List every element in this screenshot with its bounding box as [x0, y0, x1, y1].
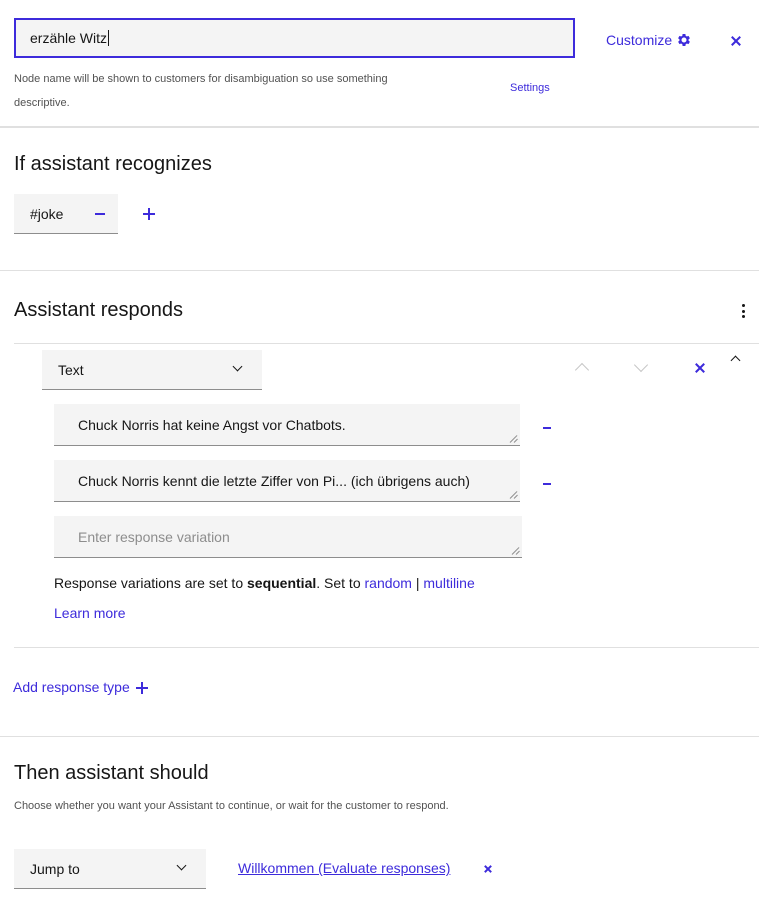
chevron-down-icon: [176, 860, 187, 871]
response-variation-1[interactable]: Chuck Norris hat keine Angst vor Chatbot…: [54, 404, 520, 446]
node-name-helper: Node name will be shown to customers for…: [14, 73, 388, 109]
option-separator: |: [415, 575, 420, 591]
remove-variation-1-icon[interactable]: [543, 427, 551, 429]
move-up-icon[interactable]: [574, 362, 590, 378]
resize-grip-icon[interactable]: [510, 491, 518, 499]
overflow-menu-icon[interactable]: [741, 304, 745, 318]
responds-header-divider: [14, 343, 759, 344]
close-node-editor-icon[interactable]: [730, 35, 742, 47]
variation-mode-text: Response variations are set to sequentia…: [54, 575, 475, 591]
response-variation-1-text: Chuck Norris hat keine Angst vor Chatbot…: [78, 416, 346, 433]
response-type-value: Text: [58, 361, 84, 378]
resize-grip-icon[interactable]: [510, 435, 518, 443]
condition-chip[interactable]: #joke: [14, 194, 118, 234]
response-variation-2-text: Chuck Norris kennt die letzte Ziffer von…: [78, 472, 470, 489]
condition-label: #joke: [30, 205, 64, 222]
new-variation-placeholder: Enter response variation: [78, 528, 230, 545]
remove-condition-icon[interactable]: [95, 213, 105, 215]
move-down-icon[interactable]: [633, 357, 649, 373]
add-response-type-label: Add response type: [13, 679, 130, 695]
collapse-response-icon[interactable]: [730, 355, 741, 366]
jump-target-link[interactable]: Willkommen (Evaluate responses): [238, 860, 450, 876]
variation-prefix: Response variations are set to: [54, 575, 247, 591]
response-type-select[interactable]: Text: [42, 350, 262, 390]
response-block-divider: [14, 647, 759, 648]
then-title: Then assistant should: [14, 762, 209, 784]
variation-mid: . Set to: [316, 575, 365, 591]
set-multiline-link[interactable]: multiline: [423, 575, 474, 591]
new-response-variation-input[interactable]: Enter response variation: [54, 516, 522, 558]
add-response-type-button[interactable]: Add response type: [13, 679, 148, 695]
then-action-value: Jump to: [30, 860, 80, 877]
settings-link[interactable]: Settings: [510, 82, 550, 94]
text-caret: [108, 30, 110, 46]
responds-divider: [0, 736, 759, 737]
variation-mode: sequential: [247, 575, 317, 591]
set-random-link[interactable]: random: [365, 575, 412, 591]
remove-variation-2-icon[interactable]: [543, 483, 551, 485]
node-name-value: erzähle Witz: [30, 30, 108, 46]
learn-more-link[interactable]: Learn more: [54, 605, 126, 621]
resize-grip-icon[interactable]: [512, 547, 520, 555]
recognizes-divider: [0, 270, 759, 271]
response-variation-2[interactable]: Chuck Norris kennt die letzte Ziffer von…: [54, 460, 520, 502]
responds-title: Assistant responds: [14, 299, 183, 321]
then-action-select[interactable]: Jump to: [14, 849, 206, 889]
then-helper: Choose whether you want your Assistant t…: [14, 800, 449, 812]
customize-button[interactable]: Customize: [606, 32, 692, 48]
plus-icon: [135, 682, 148, 694]
header-divider: [0, 126, 759, 128]
chevron-down-icon: [232, 361, 243, 372]
clear-jump-target-icon[interactable]: [483, 864, 492, 873]
add-condition-icon[interactable]: [143, 208, 155, 220]
gear-icon: [678, 34, 691, 46]
customize-label: Customize: [606, 32, 673, 48]
node-name-input[interactable]: erzähle Witz: [14, 18, 575, 58]
delete-response-icon[interactable]: [694, 362, 706, 374]
recognizes-title: If assistant recognizes: [14, 153, 212, 175]
